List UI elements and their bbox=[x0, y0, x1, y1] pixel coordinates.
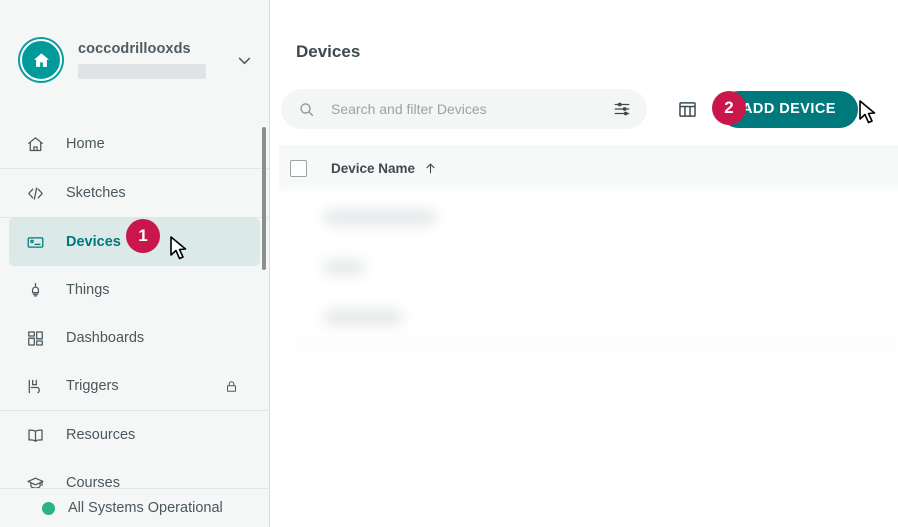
mouse-cursor-sidebar bbox=[169, 236, 188, 262]
search-box[interactable] bbox=[281, 89, 647, 129]
sidebar-nav-list: Home Sketches Devices Things Dashboards … bbox=[0, 120, 269, 488]
sidebar-item-label: Dashboards bbox=[66, 330, 145, 346]
code-brackets-icon bbox=[25, 183, 45, 203]
thing-bulb-icon bbox=[25, 280, 45, 300]
column-header-device-name[interactable]: Device Name bbox=[331, 161, 437, 176]
search-input[interactable] bbox=[331, 101, 613, 117]
chevron-down-icon[interactable] bbox=[233, 49, 255, 71]
search-icon bbox=[298, 101, 315, 118]
dashboard-grid-icon bbox=[25, 328, 45, 348]
sidebar-scrollbar[interactable] bbox=[262, 127, 266, 417]
main-content: Devices ADD DEVICE bbox=[270, 0, 898, 527]
book-icon bbox=[25, 425, 45, 445]
sidebar-item-label: Resources bbox=[66, 427, 136, 443]
account-text: coccodrillooxds bbox=[78, 41, 229, 79]
toolbar: ADD DEVICE bbox=[281, 89, 898, 129]
step-marker-1: 1 bbox=[126, 219, 160, 253]
avatar bbox=[20, 39, 62, 81]
table-header-row: Device Name Status Type bbox=[279, 145, 898, 191]
step-marker-2: 2 bbox=[712, 91, 746, 125]
toolbar-actions: ADD DEVICE bbox=[676, 90, 858, 128]
account-switcher[interactable]: coccodrillooxds bbox=[0, 0, 269, 120]
device-board-icon bbox=[25, 232, 45, 252]
column-header-label: Device Name bbox=[331, 160, 416, 176]
sidebar-item-label: Triggers bbox=[66, 378, 119, 394]
select-all-checkbox[interactable] bbox=[290, 159, 307, 177]
filter-sliders-icon[interactable] bbox=[613, 100, 631, 118]
cell-device-name bbox=[325, 211, 435, 224]
table-columns-icon[interactable] bbox=[676, 98, 698, 120]
page-title: Devices bbox=[296, 42, 361, 61]
system-status[interactable]: All Systems Operational bbox=[0, 488, 269, 527]
app-root: coccodrillooxds Home Sketches Devices Th… bbox=[0, 0, 898, 527]
cell-device-name bbox=[325, 311, 401, 324]
arrow-up-icon bbox=[424, 162, 437, 175]
home-icon bbox=[32, 51, 51, 70]
triggers-plug-icon bbox=[25, 376, 45, 396]
sidebar-nav: Home Sketches Devices Things Dashboards … bbox=[0, 120, 269, 488]
account-redacted-field bbox=[78, 64, 206, 79]
home-outline-icon bbox=[25, 134, 45, 154]
sidebar-item-label: Courses bbox=[66, 475, 120, 488]
sidebar-item-courses[interactable]: Courses bbox=[9, 459, 260, 488]
devices-table: Device Name Status Type bbox=[279, 145, 898, 345]
cell-device-name bbox=[325, 261, 363, 274]
status-dot-icon bbox=[42, 501, 55, 515]
sidebar-item-sketches[interactable]: Sketches bbox=[9, 169, 260, 217]
sidebar-item-triggers[interactable]: Triggers bbox=[9, 362, 260, 410]
sidebar-item-resources[interactable]: Resources bbox=[9, 411, 260, 459]
status-label: All Systems Operational bbox=[68, 500, 223, 516]
account-name: coccodrillooxds bbox=[78, 41, 191, 57]
sidebar-item-label: Sketches bbox=[66, 185, 126, 201]
sidebar-item-home[interactable]: Home bbox=[9, 120, 260, 168]
sidebar-item-label: Home bbox=[66, 136, 105, 152]
sidebar-item-dashboards[interactable]: Dashboards bbox=[9, 314, 260, 362]
graduation-cap-icon bbox=[25, 473, 45, 488]
mouse-cursor-add-device bbox=[858, 100, 877, 126]
sidebar-item-things[interactable]: Things bbox=[9, 266, 260, 314]
sidebar: coccodrillooxds Home Sketches Devices Th… bbox=[0, 0, 270, 527]
table-body-redacted bbox=[279, 191, 898, 345]
sidebar-item-label: Things bbox=[66, 282, 110, 298]
sidebar-scrollbar-thumb[interactable] bbox=[262, 127, 266, 270]
lock-icon bbox=[224, 378, 238, 394]
sidebar-item-label: Devices bbox=[66, 234, 121, 250]
